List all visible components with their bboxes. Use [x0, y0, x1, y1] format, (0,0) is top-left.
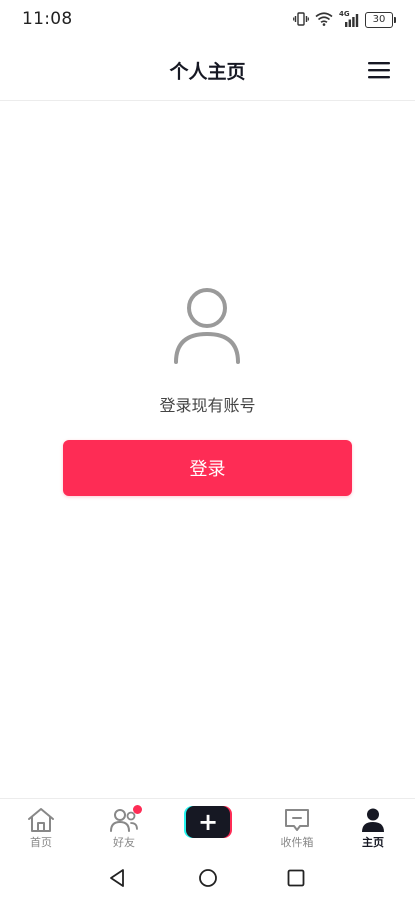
- header: 个人主页: [0, 40, 415, 101]
- recents-square-icon[interactable]: [286, 868, 306, 888]
- vibrate-icon: [293, 11, 309, 30]
- create-button[interactable]: +: [184, 806, 232, 838]
- status-bar: 11:08 4G 30: [0, 0, 415, 40]
- notification-badge-dot: [133, 805, 142, 814]
- back-triangle-icon[interactable]: [108, 868, 128, 888]
- tab-home[interactable]: 首页: [6, 799, 76, 855]
- login-button[interactable]: 登录: [63, 440, 352, 496]
- system-navigation-bar: [0, 856, 415, 900]
- status-time: 11:08: [22, 9, 73, 29]
- tab-inbox[interactable]: 收件箱: [262, 799, 332, 855]
- page-title: 个人主页: [169, 61, 246, 83]
- tab-label: 主页: [362, 836, 384, 849]
- tab-label: 收件箱: [280, 836, 314, 849]
- tab-label: 好友: [113, 836, 135, 849]
- home-icon: [27, 807, 55, 837]
- tab-label: 首页: [30, 836, 52, 849]
- battery-icon: 30: [365, 12, 396, 28]
- cellular-signal-icon: 4G: [339, 10, 359, 28]
- home-circle-icon[interactable]: [198, 868, 218, 888]
- plus-icon: +: [197, 808, 219, 836]
- profile-icon: [360, 807, 386, 837]
- tab-friends[interactable]: 好友: [89, 799, 159, 855]
- status-icons: 4G 30: [293, 10, 396, 30]
- wifi-icon: [315, 11, 333, 30]
- tab-profile[interactable]: 主页: [338, 799, 408, 855]
- login-prompt: 登录现有账号: [159, 396, 256, 415]
- inbox-icon: [284, 807, 310, 837]
- user-placeholder-icon: [172, 286, 242, 366]
- hamburger-menu-icon[interactable]: [367, 60, 391, 80]
